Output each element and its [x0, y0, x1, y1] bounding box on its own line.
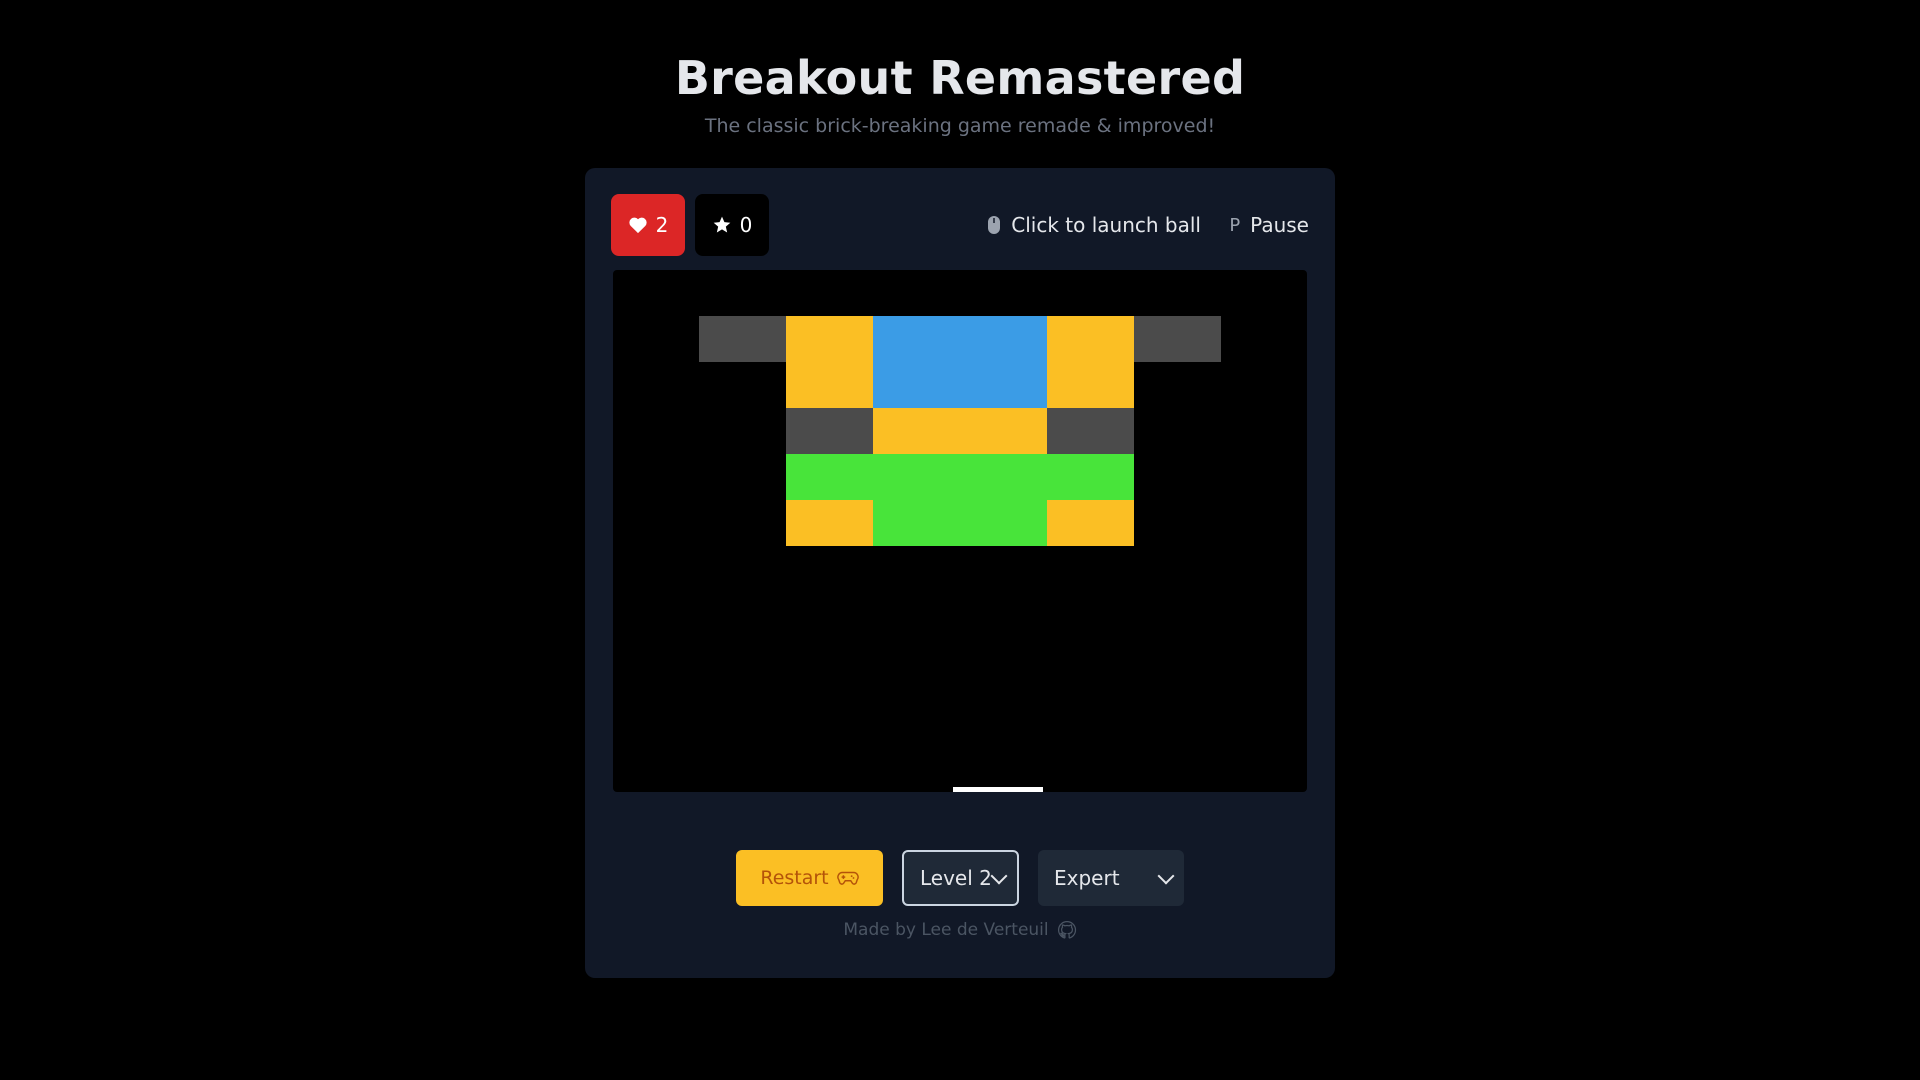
lives-badge: 2	[611, 194, 685, 256]
brick-yellow	[1047, 316, 1134, 362]
brick-green	[1047, 454, 1134, 500]
gamepad-icon	[836, 871, 859, 885]
star-icon	[713, 216, 730, 233]
pause-hint: P Pause	[1229, 194, 1309, 256]
page-header: Breakout Remastered The classic brick-br…	[0, 48, 1920, 138]
footer-credit: Made by Lee de Verteuil	[585, 920, 1335, 940]
brick-blue	[960, 362, 1047, 408]
brick-green	[873, 454, 960, 500]
page-title: Breakout Remastered	[674, 51, 1246, 105]
brick-blue	[960, 316, 1047, 362]
difficulty-select[interactable]: Expert	[1038, 850, 1184, 906]
brick-yellow	[786, 362, 873, 408]
score-badge: 0	[695, 194, 769, 256]
pause-key: P	[1229, 214, 1241, 236]
game-canvas[interactable]	[613, 270, 1307, 792]
launch-hint-label: Click to launch ball	[1011, 213, 1201, 237]
brick-yellow	[1047, 500, 1134, 546]
heart-icon	[629, 217, 647, 234]
launch-hint: Click to launch ball	[987, 194, 1201, 256]
score-count: 0	[739, 213, 753, 237]
paddle[interactable]	[953, 787, 1043, 792]
brick-green	[960, 454, 1047, 500]
restart-button[interactable]: Restart	[736, 850, 883, 906]
controls-bar: Restart Level 2 Expert	[585, 850, 1335, 906]
game-panel: 2 0 Click to launch ball P Pause Restart	[585, 168, 1335, 978]
brick-yellow	[960, 408, 1047, 454]
difficulty-select-value: Expert	[1054, 866, 1120, 890]
chevron-down-icon	[990, 867, 1008, 885]
restart-label: Restart	[760, 867, 829, 889]
mouse-icon	[988, 216, 1001, 234]
github-icon[interactable]	[1057, 920, 1077, 940]
brick-green	[873, 500, 960, 546]
brick-gray	[699, 316, 786, 362]
brick-yellow	[1047, 362, 1134, 408]
footer-credit-text: Made by Lee de Verteuil	[843, 920, 1049, 940]
brick-gray	[786, 408, 873, 454]
hud-bar: 2 0 Click to launch ball P Pause	[611, 194, 1309, 256]
brick-yellow	[873, 408, 960, 454]
page-subtitle: The classic brick-breaking game remade &…	[704, 115, 1216, 137]
brick-green	[960, 500, 1047, 546]
level-select-value: Level 2	[920, 866, 992, 890]
brick-gray	[1047, 408, 1134, 454]
lives-count: 2	[655, 213, 669, 237]
brick-yellow	[786, 500, 873, 546]
brick-yellow	[786, 316, 873, 362]
pause-label: Pause	[1250, 213, 1309, 237]
chevron-down-icon	[1157, 867, 1175, 885]
level-select[interactable]: Level 2	[902, 850, 1019, 906]
brick-blue	[873, 362, 960, 408]
brick-gray	[1134, 316, 1221, 362]
brick-green	[786, 454, 873, 500]
brick-blue	[873, 316, 960, 362]
